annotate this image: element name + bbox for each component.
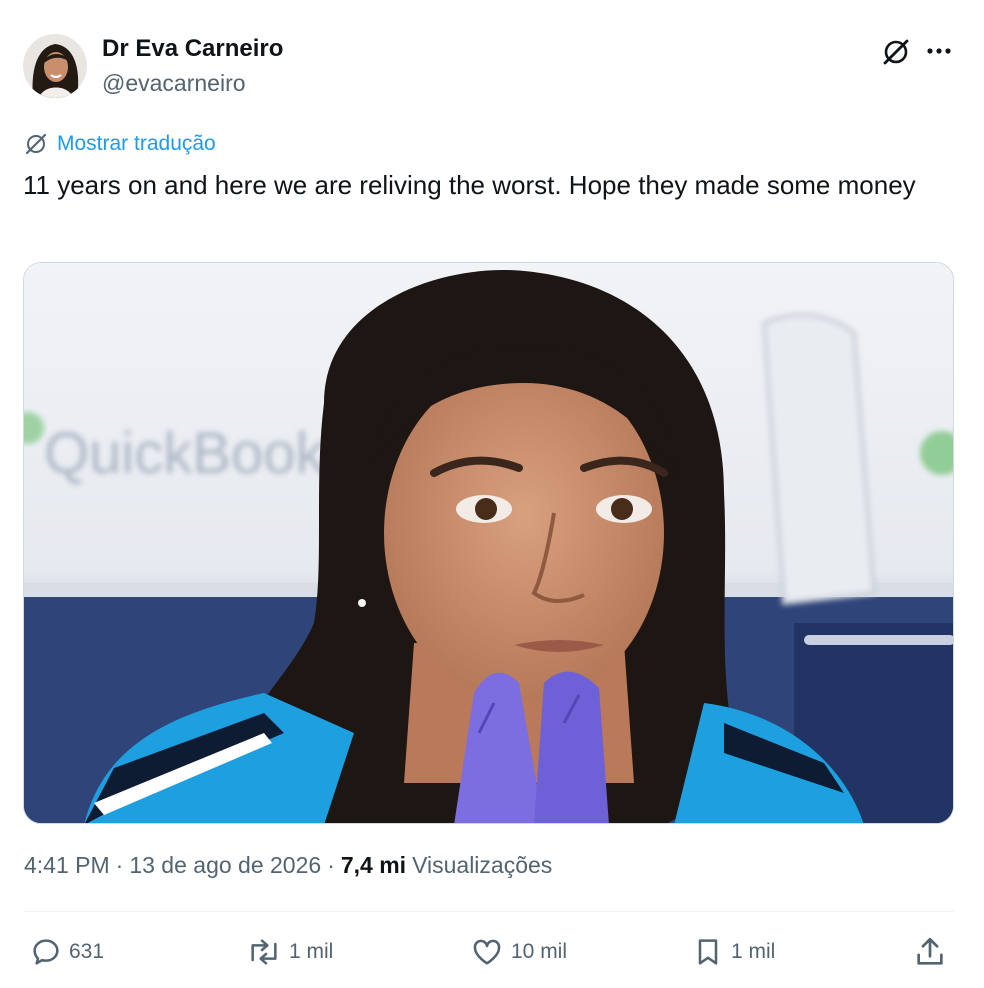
grok-icon[interactable] [880,36,912,68]
avatar-image [23,34,87,98]
tweet-time[interactable]: 4:41 PM [24,852,110,879]
divider [23,911,954,912]
more-icon[interactable] [922,34,956,68]
background-sponsor-text: QuickBooks [44,421,353,486]
bookmark-button[interactable]: 1 mil [692,930,775,974]
views-count: 7,4 mi [340,852,407,878]
share-button[interactable] [913,930,947,974]
author-handle[interactable]: @evacarneiro [102,70,246,97]
avatar[interactable] [23,34,87,98]
repost-button[interactable]: 1 mil [246,930,333,974]
meta-separator: · [115,852,124,878]
share-icon [917,937,943,965]
tweet-media-photo[interactable]: QuickBooks [23,262,954,824]
reply-icon [33,939,59,965]
show-translation-link[interactable]: Mostrar tradução [24,130,216,158]
reply-button[interactable]: 631 [30,930,104,974]
translate-slash-icon [25,133,47,155]
author-name[interactable]: Dr Eva Carneiro [102,35,283,63]
like-count: 10 mil [511,940,568,963]
bookmark-icon [698,939,718,965]
tweet-text: 11 years on and here we are reliving the… [23,170,916,200]
like-button[interactable]: 10 mil [470,930,567,974]
bookmark-count: 1 mil [731,940,776,963]
meta-separator: · [327,852,335,878]
repost-count: 1 mil [289,940,334,963]
reply-count: 631 [69,940,105,963]
tweet-date[interactable]: 13 de ago de 2026 [129,852,321,879]
tweet-meta: 4:41 PM · 13 de ago de 2026 · 7,4 mi Vis… [24,852,552,879]
heart-icon [473,939,501,965]
show-translation-label: Mostrar tradução [57,132,216,155]
photo-illustration: QuickBooks [24,263,953,823]
views-label: Visualizações [412,852,553,878]
repost-icon [251,939,277,965]
